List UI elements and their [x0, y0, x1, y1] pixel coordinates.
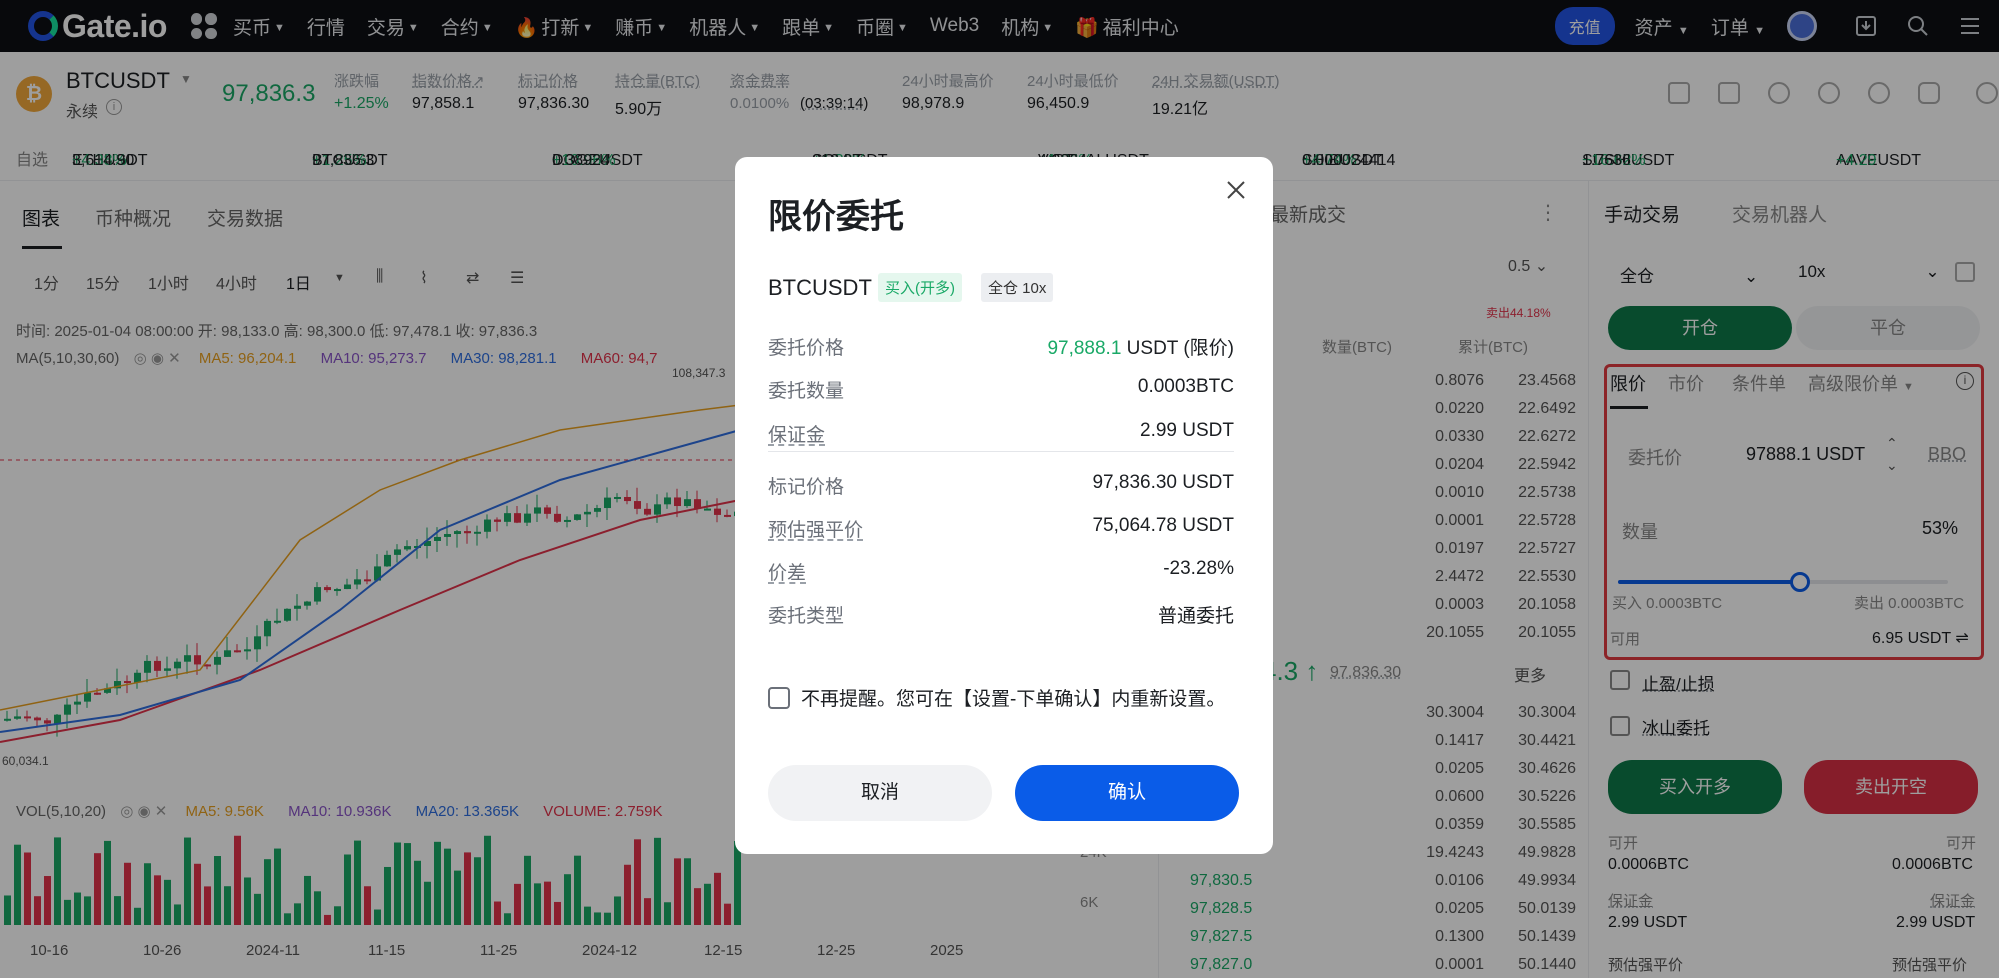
- row-margin: 保证金 2.99 USDT: [768, 420, 1234, 446]
- row-order-type: 委托类型 普通委托: [768, 606, 1234, 627]
- row-order-qty: 委托数量 0.0003BTC: [768, 376, 1234, 402]
- dialog-title: 限价委托: [768, 198, 904, 236]
- side-badge: 买入(开多): [878, 273, 962, 302]
- dont-remind-checkbox[interactable]: [768, 687, 790, 709]
- row-spread: 价差 -23.28%: [768, 558, 1234, 584]
- row-mark-price: 标记价格 97,836.30 USDT: [768, 472, 1234, 498]
- confirm-button[interactable]: 确认: [1015, 765, 1239, 821]
- row-liq-price: 预估强平价 75,064.78 USDT: [768, 515, 1234, 541]
- dont-remind-text: 不再提醒。您可在【设置-下单确认】内重新设置。: [801, 689, 1226, 710]
- close-icon[interactable]: [1221, 177, 1251, 207]
- limit-order-dialog: 限价委托 BTCUSDT 买入(开多) 全仓 10x 委托价格 97,888.1…: [735, 157, 1273, 854]
- dialog-symbol: BTCUSDT: [768, 275, 872, 300]
- row-order-price: 委托价格 97,888.1 USDT (限价): [768, 338, 1234, 359]
- cancel-button[interactable]: 取消: [768, 765, 992, 821]
- mode-badge: 全仓 10x: [981, 273, 1054, 302]
